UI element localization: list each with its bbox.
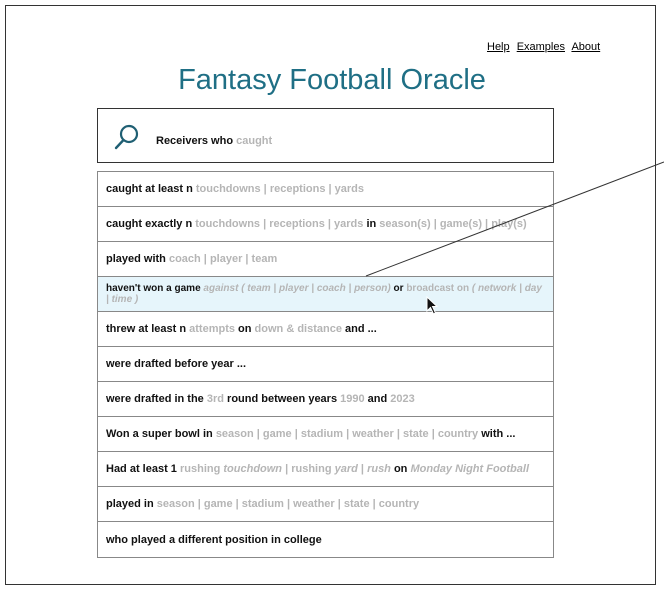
suggestion-item[interactable]: played in season | game | stadium | weat… bbox=[98, 487, 553, 522]
suggestion-item[interactable]: who played a different position in colle… bbox=[98, 522, 553, 557]
suggestion-token: round between years bbox=[223, 393, 341, 405]
suggestion-token: and ... bbox=[341, 323, 377, 335]
suggestion-text: who played a different position in colle… bbox=[106, 534, 322, 546]
suggestion-token: were drafted before year ... bbox=[106, 358, 246, 370]
placeholder-token: attempts bbox=[186, 323, 235, 335]
placeholder-token: | bbox=[357, 463, 368, 475]
placeholder-token: Monday Night Football bbox=[410, 463, 530, 475]
suggestion-item[interactable]: played with coach | player | team bbox=[98, 242, 553, 277]
placeholder-token: touchdown bbox=[223, 463, 283, 475]
examples-link[interactable]: Examples bbox=[517, 41, 565, 53]
suggestion-token: threw at least n bbox=[106, 323, 187, 335]
placeholder-token: | rushing bbox=[282, 463, 335, 475]
placeholder-token: touchdowns | receptions | yards bbox=[192, 218, 364, 230]
suggestion-text: Won a super bowl in season | game | stad… bbox=[106, 428, 515, 440]
suggestion-token: or bbox=[390, 283, 407, 294]
search-icon bbox=[114, 124, 139, 150]
suggestion-text: played in season | game | stadium | weat… bbox=[106, 498, 419, 510]
placeholder-token: against ( team | player | coach | person… bbox=[200, 283, 391, 294]
suggestion-text: were drafted in the 3rd round between ye… bbox=[106, 393, 415, 405]
placeholder-token: season | game | stadium | weather | stat… bbox=[156, 498, 420, 510]
suggestion-token: haven't won a game bbox=[106, 283, 201, 294]
placeholder-token: yard bbox=[334, 463, 358, 475]
suggestion-text: played with coach | player | team bbox=[106, 253, 277, 265]
help-link[interactable]: Help bbox=[487, 41, 510, 53]
suggestion-token: and bbox=[364, 393, 391, 405]
search-query-text: Receivers who bbox=[156, 135, 234, 147]
suggestion-token: played with bbox=[106, 253, 166, 265]
suggestion-item[interactable]: were drafted in the 3rd round between ye… bbox=[98, 382, 553, 417]
suggestion-item[interactable]: Won a super bowl in season | game | stad… bbox=[98, 417, 553, 452]
suggestion-token: Won a super bowl in bbox=[106, 428, 216, 440]
placeholder-token: 3rd bbox=[206, 393, 224, 405]
placeholder-token: coach | player | team bbox=[165, 253, 278, 265]
search-input[interactable]: Receivers who caught bbox=[156, 135, 272, 147]
placeholder-token: 1990 bbox=[340, 393, 365, 405]
suggestion-token: who played a different position in colle… bbox=[106, 533, 322, 546]
placeholder-token: broadcast on bbox=[406, 283, 470, 294]
placeholder-token: touchdowns | receptions | yards bbox=[192, 183, 364, 195]
suggestion-list: caught at least n touchdowns | reception… bbox=[97, 171, 554, 558]
suggestion-item[interactable]: were drafted before year ... bbox=[98, 347, 553, 382]
suggestion-token: on bbox=[234, 323, 255, 335]
suggestion-text: were drafted before year ... bbox=[106, 358, 246, 370]
placeholder-token: down & distance bbox=[254, 323, 342, 335]
page-title: Fantasy Football Oracle bbox=[178, 64, 486, 96]
search-query-hint: caught bbox=[236, 135, 273, 147]
placeholder-token: season(s) | game(s) | play(s) bbox=[379, 218, 527, 230]
search-box[interactable]: Receivers who caught bbox=[97, 108, 554, 163]
suggestion-item[interactable]: threw at least n attempts on down & dist… bbox=[98, 312, 553, 347]
suggestion-text: caught at least n touchdowns | reception… bbox=[106, 183, 364, 195]
suggestion-token: Had at least 1 bbox=[106, 463, 180, 475]
placeholder-token: rush bbox=[367, 463, 391, 475]
suggestion-token: caught exactly n bbox=[106, 218, 193, 230]
top-nav: Help Examples About bbox=[487, 41, 604, 53]
suggestion-text: haven't won a game against ( team | play… bbox=[106, 283, 545, 305]
placeholder-token: season | game | stadium | weather | stat… bbox=[215, 428, 479, 440]
suggestion-token: with ... bbox=[478, 428, 516, 440]
suggestion-item[interactable]: caught exactly n touchdowns | receptions… bbox=[98, 207, 553, 242]
suggestion-text: caught exactly n touchdowns | receptions… bbox=[106, 218, 527, 230]
suggestion-item[interactable]: Had at least 1 rushing touchdown | rushi… bbox=[98, 452, 553, 487]
suggestion-token: in bbox=[363, 218, 380, 230]
suggestion-item[interactable]: haven't won a game against ( team | play… bbox=[98, 277, 553, 312]
mouse-cursor-icon bbox=[426, 296, 439, 315]
suggestion-item[interactable]: caught at least n touchdowns | reception… bbox=[98, 172, 553, 207]
suggestion-token: on bbox=[390, 463, 411, 475]
suggestion-text: Had at least 1 rushing touchdown | rushi… bbox=[106, 463, 529, 475]
suggestion-token: were drafted in the bbox=[106, 393, 207, 405]
suggestion-text: threw at least n attempts on down & dist… bbox=[106, 323, 377, 335]
suggestion-token: caught at least n bbox=[106, 183, 193, 195]
about-link[interactable]: About bbox=[571, 41, 600, 53]
placeholder-token: rushing bbox=[179, 463, 224, 475]
placeholder-token: 2023 bbox=[390, 393, 415, 405]
suggestion-token: played in bbox=[106, 498, 157, 510]
